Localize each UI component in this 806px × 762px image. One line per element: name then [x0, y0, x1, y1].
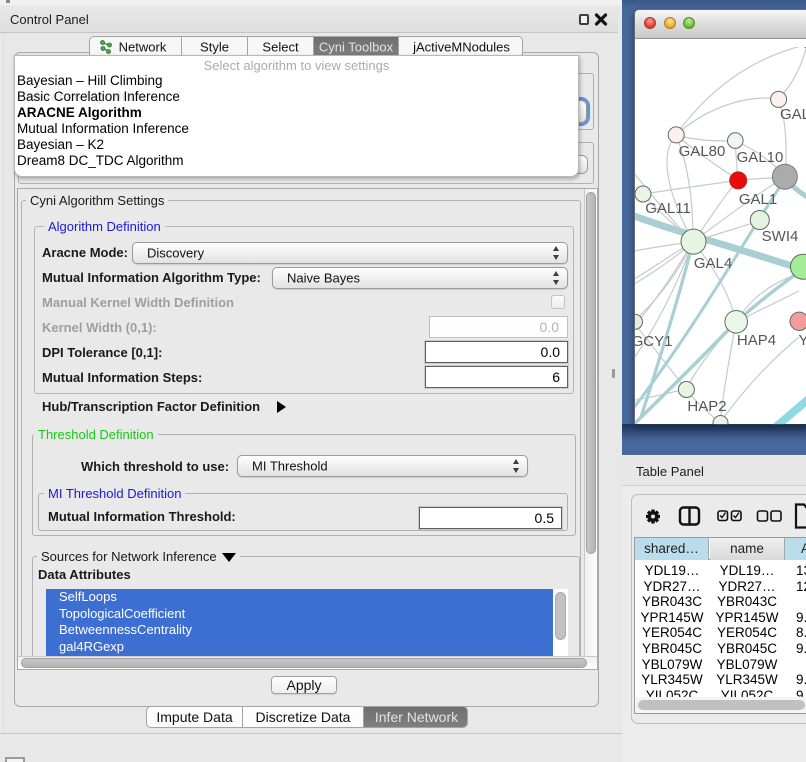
svg-text:SWI4: SWI4 [762, 228, 799, 245]
svg-text:HAP4: HAP4 [737, 332, 776, 349]
svg-text:HAP2: HAP2 [687, 398, 726, 415]
svg-text:GCY1: GCY1 [635, 333, 672, 350]
svg-text:Y: Y [799, 332, 806, 349]
svg-text:GAL80: GAL80 [679, 143, 726, 160]
svg-text:GAL10: GAL10 [737, 149, 784, 166]
svg-text:GAL4: GAL4 [694, 255, 732, 272]
svg-text:GAL11: GAL11 [645, 200, 691, 217]
svg-text:GAL1: GAL1 [739, 191, 777, 208]
svg-text:GAL7: GAL7 [780, 106, 806, 123]
